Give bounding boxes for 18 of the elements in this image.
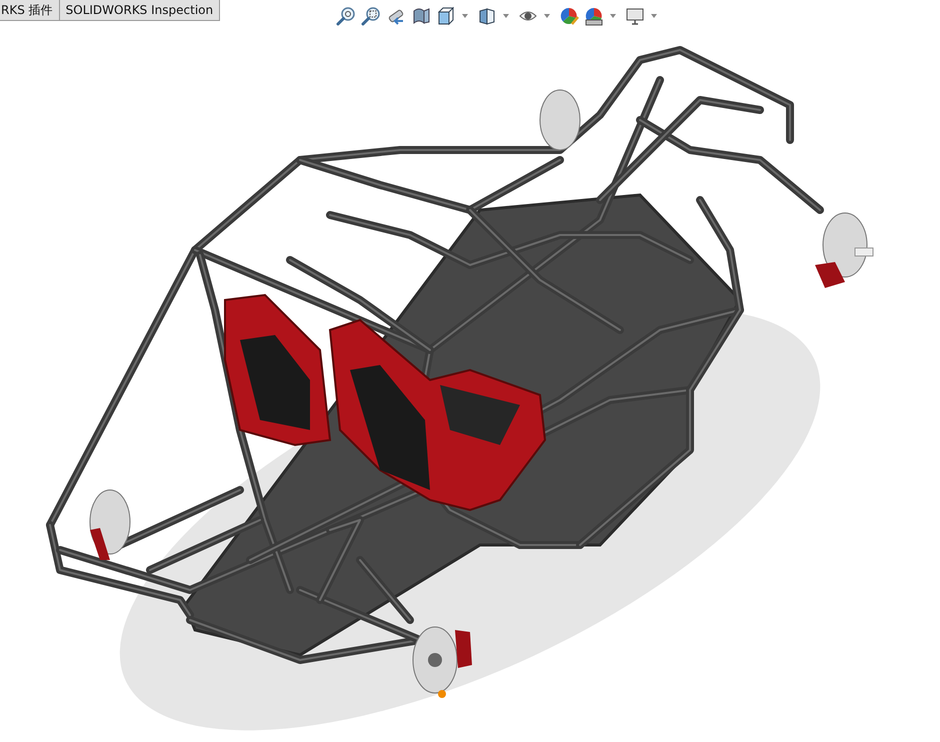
tab[interactable]: RKS 插件 <box>0 0 60 21</box>
section-view-icon <box>411 6 431 26</box>
tab[interactable]: SOLIDWORKS Inspection <box>58 0 220 21</box>
caret-icon <box>610 14 616 18</box>
caret-icon <box>462 14 468 18</box>
zoom-fit-icon <box>336 6 356 26</box>
color-ball-scene-icon <box>584 6 604 26</box>
zoom-area-button[interactable] <box>360 5 382 27</box>
color-ball-pencil-icon <box>559 6 579 26</box>
caret-icon <box>503 14 509 18</box>
cube-icon <box>436 6 456 26</box>
caret-icon <box>544 14 550 18</box>
monitor-icon <box>625 6 645 26</box>
caret-icon <box>651 14 657 18</box>
zoom-area-icon <box>361 6 381 26</box>
zoom-fit-button[interactable] <box>335 5 357 27</box>
shaded-cube-icon <box>477 6 497 26</box>
appearance-button[interactable] <box>558 5 580 27</box>
